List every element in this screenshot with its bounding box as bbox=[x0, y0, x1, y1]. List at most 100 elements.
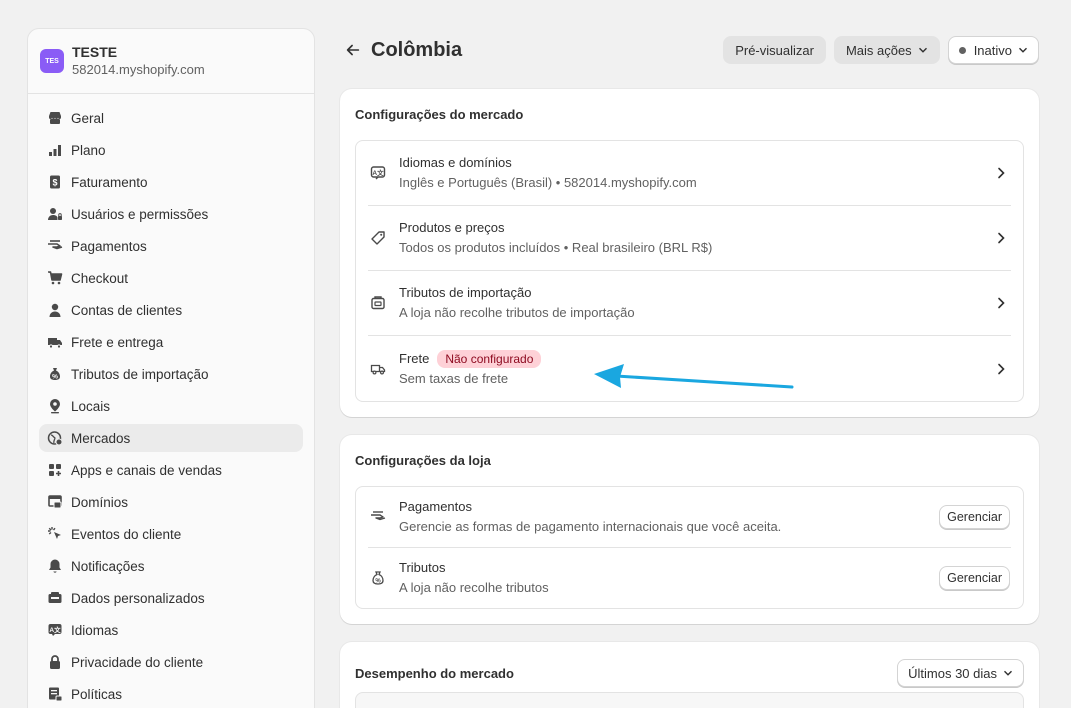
page-header: Colômbia Pré-visualizar Mais ações Inati… bbox=[340, 36, 1039, 64]
sidebar-item-label: Geral bbox=[71, 110, 105, 126]
globe-icon bbox=[47, 430, 63, 446]
row-tributos-importacao[interactable]: Tributos de importação A loja não recolh… bbox=[368, 271, 1011, 336]
row-title: Tributos de importação bbox=[399, 285, 532, 300]
svg-text:A文: A文 bbox=[49, 625, 61, 634]
sidebar-item-locais[interactable]: Locais bbox=[39, 392, 303, 420]
manage-payments-button[interactable]: Gerenciar bbox=[939, 505, 1010, 529]
data-icon bbox=[47, 590, 63, 606]
sidebar-item-plano[interactable]: Plano bbox=[39, 136, 303, 164]
tax-icon: % bbox=[368, 568, 388, 588]
row-title-wrap: Frete Não configurado bbox=[399, 349, 993, 368]
store-switcher[interactable]: TES TESTE 582014.myshopify.com bbox=[28, 29, 314, 94]
store-settings-title: Configurações da loja bbox=[355, 453, 491, 468]
sidebar-item-apps[interactable]: Apps e canais de vendas bbox=[39, 456, 303, 484]
sidebar-item-dominios[interactable]: Domínios bbox=[39, 488, 303, 516]
sidebar-item-pagamentos[interactable]: Pagamentos bbox=[39, 232, 303, 260]
market-settings-card: Configurações do mercado A文 Idiomas e do… bbox=[340, 89, 1039, 417]
sidebar-item-label: Dados personalizados bbox=[71, 590, 205, 606]
manage-taxes-button[interactable]: Gerenciar bbox=[939, 566, 1010, 590]
date-range-dropdown[interactable]: Últimos 30 dias bbox=[897, 659, 1024, 687]
sidebar-item-contas[interactable]: Contas de clientes bbox=[39, 296, 303, 324]
billing-icon: $ bbox=[47, 174, 63, 190]
sidebar-item-frete[interactable]: Frete e entrega bbox=[39, 328, 303, 356]
chevron-down-icon bbox=[1019, 47, 1027, 53]
sidebar-item-faturamento[interactable]: $ Faturamento bbox=[39, 168, 303, 196]
sidebar-item-label: Domínios bbox=[71, 494, 129, 510]
more-actions-button[interactable]: Mais ações bbox=[833, 36, 940, 64]
bell-icon bbox=[47, 558, 63, 574]
market-performance-card: Desempenho do mercado Últimos 30 dias bbox=[340, 642, 1039, 708]
row-subtitle: A loja não recolhe tributos bbox=[399, 580, 549, 595]
domain-icon bbox=[47, 494, 63, 510]
sidebar-item-eventos[interactable]: Eventos do cliente bbox=[39, 520, 303, 548]
svg-text:%: % bbox=[52, 374, 58, 381]
row-title: Produtos e preços bbox=[399, 220, 505, 235]
store-domain: 582014.myshopify.com bbox=[72, 62, 205, 77]
chevron-right-icon bbox=[998, 167, 1005, 179]
sidebar-item-label: Frete e entrega bbox=[71, 334, 164, 350]
chevron-down-icon bbox=[1004, 670, 1012, 676]
row-title: Pagamentos bbox=[399, 499, 472, 514]
sidebar-item-label: Pagamentos bbox=[71, 238, 147, 254]
sidebar-item-label: Contas de clientes bbox=[71, 302, 183, 318]
cursor-icon bbox=[47, 526, 63, 542]
status-dot-icon bbox=[958, 46, 966, 54]
apps-icon bbox=[47, 462, 63, 478]
store-settings-card: Configurações da loja Pagamentos Gerenci… bbox=[340, 435, 1039, 624]
sidebar-item-label: Tributos de importação bbox=[71, 366, 209, 382]
preview-button[interactable]: Pré-visualizar bbox=[723, 36, 826, 64]
sidebar-item-notificacoes[interactable]: Notificações bbox=[39, 552, 303, 580]
sidebar-item-label: Checkout bbox=[71, 270, 129, 286]
store-icon bbox=[47, 110, 63, 126]
sidebar-item-label: Apps e canais de vendas bbox=[71, 462, 222, 478]
preview-button-label: Pré-visualizar bbox=[735, 42, 814, 58]
store-avatar: TES bbox=[40, 49, 64, 73]
policy-icon bbox=[47, 686, 63, 702]
chevron-down-icon bbox=[918, 47, 927, 53]
performance-title: Desempenho do mercado bbox=[355, 665, 514, 681]
sidebar-item-label: Eventos do cliente bbox=[71, 526, 182, 542]
cart-icon bbox=[47, 270, 63, 286]
row-produtos-precos[interactable]: Produtos e preços Todos os produtos incl… bbox=[368, 206, 1011, 271]
chevron-right-icon bbox=[998, 297, 1005, 309]
status-label: Inativo bbox=[973, 42, 1012, 58]
row-pagamentos: Pagamentos Gerencie as formas de pagamen… bbox=[368, 487, 1011, 548]
row-subtitle: Todos os produtos incluídos • Real brasi… bbox=[399, 240, 713, 255]
plan-icon bbox=[47, 142, 63, 158]
back-arrow-icon[interactable] bbox=[344, 40, 364, 60]
users-icon bbox=[47, 206, 63, 222]
payments-icon bbox=[368, 507, 388, 527]
sidebar-item-label: Usuários e permissões bbox=[71, 206, 209, 222]
status-dropdown[interactable]: Inativo bbox=[947, 36, 1039, 64]
import-duty-icon bbox=[368, 293, 388, 313]
row-idiomas-dominios[interactable]: A文 Idiomas e domínios Inglês e Português… bbox=[368, 141, 1011, 206]
sidebar-item-checkout[interactable]: Checkout bbox=[39, 264, 303, 292]
row-title: Tributos bbox=[399, 560, 446, 575]
language-icon: A文 bbox=[368, 163, 388, 183]
row-subtitle: A loja não recolhe tributos de importaçã… bbox=[399, 305, 635, 320]
store-settings-list: Pagamentos Gerencie as formas de pagamen… bbox=[355, 486, 1024, 609]
row-frete[interactable]: Frete Não configurado Sem taxas de frete bbox=[368, 336, 1011, 401]
sidebar-item-politicas[interactable]: Políticas bbox=[39, 680, 303, 708]
sidebar-item-label: Mercados bbox=[71, 430, 131, 446]
sidebar-item-label: Notificações bbox=[71, 558, 145, 574]
chevron-right-icon bbox=[998, 232, 1005, 244]
sidebar-item-label: Políticas bbox=[71, 686, 123, 702]
sidebar-item-idiomas[interactable]: A文 Idiomas bbox=[39, 616, 303, 644]
more-actions-label: Mais ações bbox=[845, 42, 912, 58]
sidebar-item-label: Plano bbox=[71, 142, 106, 158]
sidebar-item-label: Privacidade do cliente bbox=[71, 654, 204, 670]
row-subtitle: Gerencie as formas de pagamento internac… bbox=[399, 519, 782, 534]
sidebar-item-geral[interactable]: Geral bbox=[39, 104, 303, 132]
sidebar-item-mercados[interactable]: Mercados bbox=[39, 424, 303, 452]
market-settings-title: Configurações do mercado bbox=[355, 107, 524, 122]
date-range-label: Últimos 30 dias bbox=[908, 665, 997, 681]
tag-icon bbox=[368, 228, 388, 248]
sidebar-item-privacidade[interactable]: Privacidade do cliente bbox=[39, 648, 303, 676]
truck-icon bbox=[47, 334, 63, 350]
row-subtitle: Sem taxas de frete bbox=[399, 370, 509, 386]
sidebar-item-tributos[interactable]: % Tributos de importação bbox=[39, 360, 303, 388]
sidebar-item-dados[interactable]: Dados personalizados bbox=[39, 584, 303, 612]
sidebar-item-usuarios[interactable]: Usuários e permissões bbox=[39, 200, 303, 228]
store-name: TESTE bbox=[72, 44, 118, 60]
